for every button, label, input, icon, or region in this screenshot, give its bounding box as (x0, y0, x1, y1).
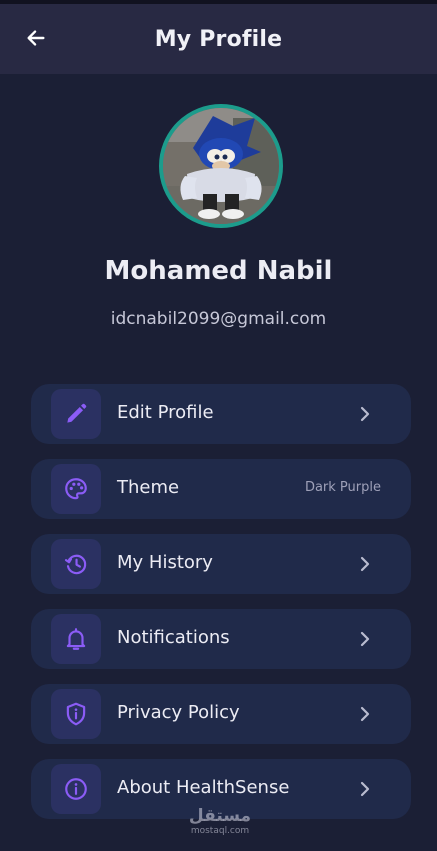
menu-item-label: Notifications (117, 627, 230, 648)
menu-item-my-history[interactable]: My History (31, 534, 411, 594)
menu-item-label: My History (117, 552, 213, 573)
profile-menu: Edit Profile Theme Dark Purple My Histor… (31, 384, 411, 834)
watermark: مستقل mostaql.com (185, 806, 255, 844)
bell-icon (51, 614, 101, 664)
chevron-right-icon (355, 779, 375, 799)
app-bar: My Profile (0, 4, 437, 74)
profile-screen: My Profile Mohamed Nabil idcnabil2099@gm… (0, 0, 437, 851)
arrow-left-icon (25, 27, 47, 53)
menu-item-privacy-policy[interactable]: Privacy Policy (31, 684, 411, 744)
theme-value: Dark Purple (304, 480, 381, 495)
watermark-arabic: مستقل (188, 806, 252, 826)
profile-name: Mohamed Nabil (104, 256, 333, 286)
palette-icon (51, 464, 101, 514)
avatar[interactable] (159, 104, 283, 228)
menu-item-label: Edit Profile (117, 402, 214, 423)
chevron-right-icon (355, 704, 375, 724)
menu-item-notifications[interactable]: Notifications (31, 609, 411, 669)
menu-item-label: Theme (117, 477, 180, 498)
back-button[interactable] (16, 20, 56, 60)
menu-item-label: About HealthSense (117, 777, 290, 798)
info-icon (51, 764, 101, 814)
pencil-icon (51, 389, 101, 439)
history-icon (51, 539, 101, 589)
shield-icon (51, 689, 101, 739)
menu-item-theme[interactable]: Theme Dark Purple (31, 459, 411, 519)
profile-email: idcnabil2099@gmail.com (110, 309, 327, 329)
chevron-right-icon (355, 404, 375, 424)
avatar-image (163, 108, 279, 224)
watermark-latin: mostaql.com (190, 826, 250, 836)
page-title: My Profile (154, 26, 283, 52)
menu-item-label: Privacy Policy (117, 702, 240, 723)
chevron-right-icon (355, 629, 375, 649)
chevron-right-icon (355, 554, 375, 574)
menu-item-edit-profile[interactable]: Edit Profile (31, 384, 411, 444)
